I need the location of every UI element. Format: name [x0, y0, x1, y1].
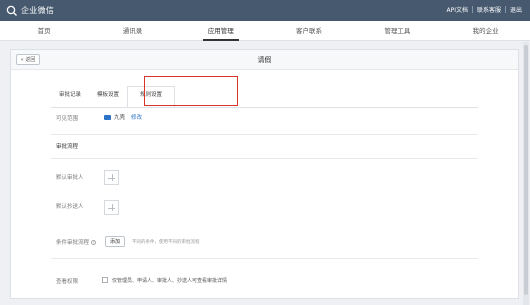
content-card: 请假 « 返回 审批记录 模板设置 规则设置 可见范围 九壳 修改 审批流程 默…	[10, 49, 519, 299]
logout-link[interactable]: 退出	[510, 5, 522, 14]
range-value-text: 九壳	[114, 115, 126, 121]
nav-item-my-enterprise[interactable]: 我的企业	[441, 21, 529, 40]
condition-flow-label: 条件审批流程?	[56, 238, 97, 246]
top-links: API文档 联系客服 退出	[446, 5, 522, 14]
tab-template-settings[interactable]: 模板设置	[89, 88, 127, 108]
view-permission-checkbox[interactable]	[102, 277, 108, 283]
help-icon[interactable]: ?	[91, 240, 97, 245]
condition-flow-label-text: 条件审批流程	[56, 240, 90, 246]
view-permission-label: 查看权限	[56, 279, 79, 285]
main-nav: 首页 通讯录 应用管理 客户联系 管理工具 我的企业	[0, 21, 530, 41]
view-permission-option: 仅管理员、申请人、审批人、抄送人可查看审批详情	[112, 278, 228, 284]
page-title: 请假	[257, 56, 272, 64]
nav-item-home[interactable]: 首页	[0, 21, 88, 40]
divider	[51, 158, 478, 159]
top-bar: 企业微信 API文档 联系客服 退出	[0, 0, 530, 21]
add-approver-button[interactable]	[104, 170, 119, 185]
tab-approval-records[interactable]: 审批记录	[51, 88, 89, 108]
edit-range-link[interactable]: 修改	[131, 113, 142, 121]
nav-item-management-tools[interactable]: 管理工具	[353, 21, 441, 40]
folder-icon	[104, 114, 111, 120]
default-approver-label: 默认审批人	[56, 175, 84, 181]
divider	[504, 6, 506, 13]
scrollbar-thumb[interactable]	[524, 45, 528, 295]
nav-item-customer-contact[interactable]: 客户联系	[265, 21, 353, 40]
nav-item-app-management[interactable]: 应用管理	[177, 21, 265, 41]
add-condition-button[interactable]: 添加	[105, 236, 125, 247]
nav-item-contacts[interactable]: 通讯录	[88, 21, 176, 40]
approval-flow-title: 审批流程	[56, 144, 79, 150]
range-value: 九壳 修改	[104, 113, 142, 121]
add-cc-button[interactable]	[104, 200, 119, 215]
condition-note: 不同的条件，使用不同的审批流程	[132, 240, 200, 245]
api-docs-link[interactable]: API文档	[446, 5, 468, 14]
default-cc-label: 默认抄送人	[56, 204, 84, 210]
highlight-box	[144, 76, 238, 106]
divider	[51, 134, 478, 135]
contact-support-link[interactable]: 联系客服	[477, 5, 501, 14]
range-label: 可见范围	[56, 116, 79, 122]
logo-text: 企业微信	[21, 6, 55, 15]
tab-underline	[51, 107, 478, 108]
logo[interactable]: 企业微信	[6, 3, 54, 18]
back-button[interactable]: « 返回	[16, 54, 40, 65]
divider	[471, 6, 473, 13]
divider	[51, 258, 478, 259]
logo-icon	[6, 5, 17, 16]
card-header: 请假 « 返回	[11, 50, 518, 70]
